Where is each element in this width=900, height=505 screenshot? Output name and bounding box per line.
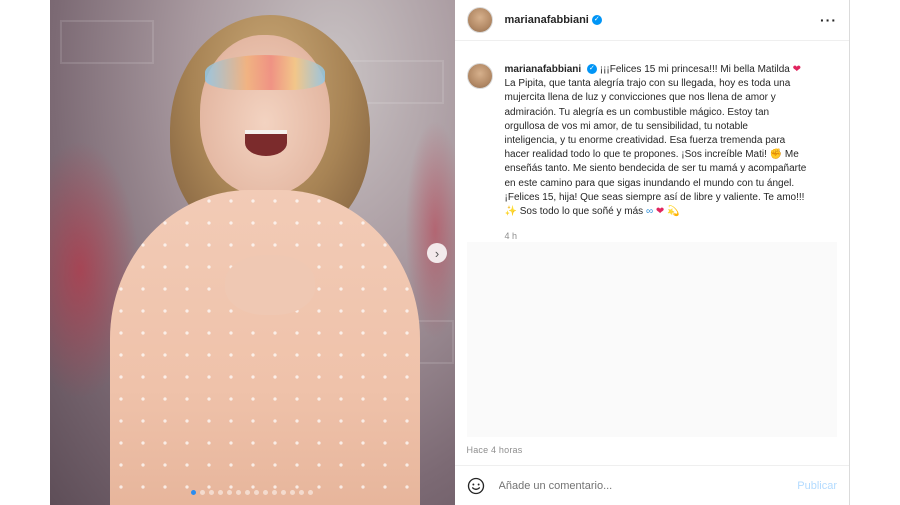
heart-emoji-icon: ❤ [655,206,665,218]
caption-line: mujercita llena de luz y convicciones qu… [504,92,776,104]
carousel-dot [227,490,233,495]
caption-line: enseñás tanto. Me siento bendecida de se… [504,163,807,175]
post-timestamp[interactable]: Hace 4 horas [467,445,523,455]
post-sidebar: marianafabbiani ✓ ··· marianafabbiani ✓ … [454,0,850,505]
dizzy-emoji-icon: 💫 [667,206,680,218]
carousel-dot [299,490,305,495]
raised-fist-emoji-icon: ✊ [769,149,783,161]
post-photo[interactable]: › [50,0,455,505]
carousel-dot [254,490,260,495]
chevron-right-icon[interactable]: › [427,243,447,263]
photo-dress-pattern [110,190,420,505]
caption-line: Me [784,149,799,161]
comment-bar: Publicar [454,465,849,505]
photo-smile [245,130,287,156]
publish-button[interactable]: Publicar [797,480,837,492]
carousel-dot [236,490,242,495]
carousel-dot [200,490,206,495]
smiley-icon[interactable] [467,477,485,495]
background-brick [60,20,154,64]
carousel-dot [263,490,269,495]
verified-badge-icon: ✓ [591,15,602,25]
caption-line: hacer realidad todo lo que te propones. … [504,149,767,161]
sparkles-emoji-icon: ✨ [504,206,517,218]
caption-line: Sos todo lo que soñé y más [519,206,644,218]
carousel-dot [218,490,224,495]
avatar[interactable] [466,7,493,33]
caption-text: marianafabbiani ✓ ¡¡¡Felices 15 mi princ… [505,63,825,243]
avatar[interactable] [466,63,493,89]
caption-line: inteligencia, y tu enorme creatividad. E… [504,135,786,147]
carousel-indicator [50,490,455,495]
verified-badge-icon: ✓ [586,64,597,75]
caption-line: en este camino para que sigas inundando … [504,177,795,189]
carousel-dot [245,490,251,495]
caption-line: ¡¡¡Felices 15 mi princesa!!! Mi bella Ma… [599,64,790,75]
infinity-emoji-icon: ∞ [645,206,654,218]
caption-line: La Pipita, que tanta alegría trajo con s… [504,78,791,90]
carousel-dot [308,490,314,495]
comment-input[interactable] [496,478,781,493]
carousel-dot [191,490,197,495]
comments-area [466,242,837,437]
caption-row: marianafabbiani ✓ ¡¡¡Felices 15 mi princ… [455,41,850,243]
more-horizontal-icon[interactable]: ··· [820,12,837,28]
photo-hands [225,255,315,315]
carousel-dot [272,490,278,495]
carousel-dot [281,490,287,495]
heart-emoji-icon: ❤ [792,64,801,75]
instagram-post: › marianafabbiani ✓ ··· marianafabbiani … [50,0,850,505]
carousel-dot [290,490,296,495]
carousel-dot [209,490,215,495]
caption-line: orgullosa de vos mi amor, de tu sensibil… [504,120,748,132]
photo-face-paint [205,55,325,90]
post-header: marianafabbiani ✓ ··· [454,0,849,41]
caption-line: ¡Felices 15, hija! Que seas siempre así … [504,191,805,203]
username-link[interactable]: marianafabbiani [505,14,589,26]
caption-username[interactable]: marianafabbiani [505,64,582,75]
caption-line: admiración. Tu alegría es un combustible… [504,106,770,118]
